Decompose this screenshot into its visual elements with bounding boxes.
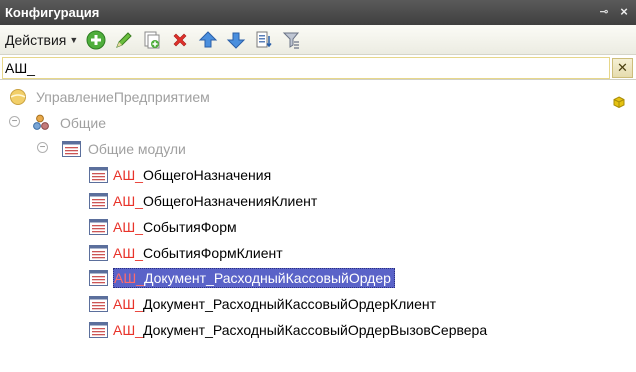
filter-icon — [283, 32, 300, 49]
common-objects-icon — [33, 114, 53, 132]
tree-node-common-modules[interactable]: Общие модули — [61, 139, 186, 159]
move-down-button[interactable] — [224, 28, 248, 52]
tree-node-root[interactable]: УправлениеПредприятием — [8, 87, 210, 107]
tree-node-module[interactable]: АШ_Документ_РасходныйКассовыйОрдерВызовС… — [88, 320, 487, 340]
module-name: СобытияФорм — [142, 219, 237, 235]
collapse-common-modules-icon[interactable]: − — [37, 142, 48, 153]
search-input[interactable] — [2, 57, 610, 79]
module-group-icon — [61, 140, 81, 158]
tree-node-module[interactable]: АШ_ОбщегоНазначенияКлиент — [88, 191, 317, 211]
sort-icon — [256, 31, 272, 47]
tree-node-module[interactable]: АШ_СобытияФормКлиент — [88, 243, 283, 263]
copy-button[interactable] — [140, 28, 164, 52]
module-name: ОбщегоНазначения — [142, 167, 272, 183]
module-name: ОбщегоНазначенияКлиент — [142, 193, 318, 209]
move-down-icon — [227, 32, 246, 49]
module-prefix: АШ_ — [113, 193, 143, 209]
tree-node-label: Общие модули — [88, 141, 186, 157]
support-cube-icon — [613, 96, 625, 111]
module-prefix: АШ_ — [113, 219, 143, 235]
panel-title: Конфигурация — [5, 5, 100, 20]
tree-node-module-selected[interactable]: АШ_Документ_РасходныйКассовыйОрдер — [88, 268, 395, 288]
add-icon — [86, 30, 106, 49]
tree-node-common[interactable]: Общие — [33, 113, 106, 133]
panel-title-bar: Конфигурация ⊸ × — [0, 0, 636, 25]
chevron-down-icon: ▼ — [69, 34, 79, 45]
filter-button[interactable] — [280, 28, 304, 52]
module-prefix: АШ_ — [113, 296, 143, 312]
edit-icon — [116, 31, 132, 48]
configuration-tree: УправлениеПредприятием − Общие − Общие м… — [0, 81, 636, 372]
sort-button[interactable] — [252, 28, 276, 52]
common-module-icon — [88, 166, 108, 184]
tree-node-module[interactable]: АШ_ОбщегоНазначения — [88, 165, 271, 185]
module-name: Документ_РасходныйКассовыйОрдерКлиент — [142, 296, 436, 312]
tree-node-module[interactable]: АШ_Документ_РасходныйКассовыйОрдерКлиент — [88, 294, 436, 314]
move-up-icon — [199, 30, 218, 47]
module-prefix: АШ_ — [113, 245, 143, 261]
delete-icon — [173, 33, 187, 46]
tree-node-module[interactable]: АШ_СобытияФорм — [88, 217, 237, 237]
close-icon: ✕ — [617, 60, 628, 75]
module-prefix: АШ_ — [114, 270, 144, 286]
clear-search-button[interactable]: ✕ — [612, 58, 633, 78]
module-prefix: АШ_ — [113, 167, 143, 183]
toolbar: Действия ▼ — [0, 25, 636, 55]
search-bar: ✕ — [0, 56, 636, 80]
common-module-icon — [88, 269, 108, 287]
module-name: Документ_РасходныйКассовыйОрдер — [143, 270, 391, 286]
common-module-icon — [88, 321, 108, 339]
add-button[interactable] — [84, 28, 108, 52]
common-module-icon — [88, 244, 108, 262]
common-module-icon — [88, 218, 108, 236]
module-name: Документ_РасходныйКассовыйОрдерВызовСерв… — [142, 322, 488, 338]
module-name: СобытияФормКлиент — [142, 245, 283, 261]
tree-node-label: УправлениеПредприятием — [36, 89, 210, 105]
common-module-icon — [88, 192, 108, 210]
module-prefix: АШ_ — [113, 322, 143, 338]
pin-icon[interactable]: ⊸ — [598, 5, 610, 19]
delete-button[interactable] — [168, 28, 192, 52]
configuration-icon — [8, 88, 28, 106]
move-up-button[interactable] — [196, 28, 220, 52]
tree-node-label: Общие — [60, 115, 107, 131]
copy-icon — [144, 31, 160, 48]
close-icon[interactable]: × — [618, 5, 630, 19]
actions-menu-button[interactable]: Действия ▼ — [3, 29, 80, 51]
actions-label: Действия — [5, 31, 67, 48]
collapse-common-icon[interactable]: − — [9, 116, 20, 127]
common-module-icon — [88, 295, 108, 313]
edit-button[interactable] — [112, 28, 136, 52]
